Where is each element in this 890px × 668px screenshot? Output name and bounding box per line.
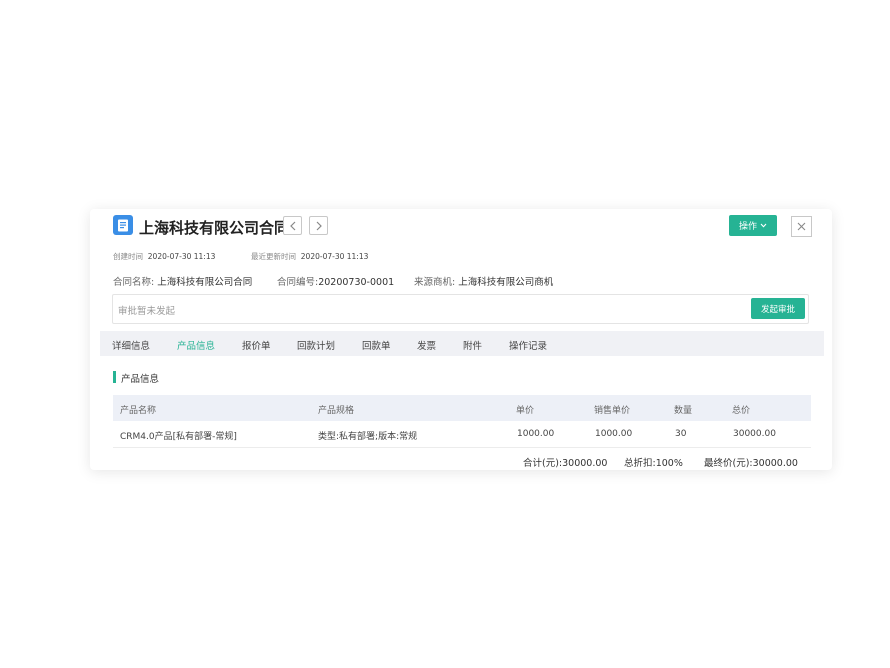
table-header: 产品名称 产品规格 单价 销售单价 数量 总价 xyxy=(113,395,811,421)
chevron-down-icon xyxy=(760,223,767,228)
product-name-cell: CRM4.0产品[私有部署-常规] xyxy=(120,432,237,442)
tab-product-info[interactable]: 产品信息 xyxy=(177,338,215,352)
previous-button[interactable] xyxy=(283,216,302,235)
column-header: 单价 xyxy=(516,406,535,416)
quantity-cell: 30 xyxy=(675,429,687,439)
table-row: CRM4.0产品[私有部署-常规] 类型:私有部署;版本:常规 1000.00 … xyxy=(113,421,811,448)
column-header: 产品规格 xyxy=(318,406,355,416)
column-header: 销售单价 xyxy=(594,406,631,416)
product-spec-cell: 类型:私有部署;版本:常规 xyxy=(318,432,418,442)
section-accent-bar xyxy=(113,371,116,383)
unit-price-cell: 1000.00 xyxy=(517,429,555,439)
document-icon xyxy=(113,215,133,235)
next-button[interactable] xyxy=(309,216,328,235)
close-button[interactable] xyxy=(791,216,812,237)
tab-operation-log[interactable]: 操作记录 xyxy=(509,338,547,352)
column-header: 数量 xyxy=(674,406,693,416)
summary-discount: 总折扣:100% xyxy=(624,458,683,469)
created-time: 创建时间 2020-07-30 11:13 xyxy=(113,252,216,261)
contract-detail-panel: 上海科技有限公司合同 操作 创建时间 2020-07-30 11:13 最近更新… xyxy=(90,209,832,470)
summary-final-price: 最终价(元):30000.00 xyxy=(704,458,798,469)
tab-quotation[interactable]: 报价单 xyxy=(242,338,271,352)
tab-bar: 详细信息 产品信息 报价单 回款计划 回款单 发票 附件 操作记录 xyxy=(100,331,824,356)
tab-payment-receipt[interactable]: 回款单 xyxy=(362,338,391,352)
summary-total: 合计(元):30000.00 xyxy=(523,458,608,469)
page-title: 上海科技有限公司合同 xyxy=(139,219,290,237)
column-header: 产品名称 xyxy=(120,406,157,416)
contract-number: 合同编号:20200730-0001 xyxy=(277,277,395,288)
tab-invoice[interactable]: 发票 xyxy=(417,338,436,352)
tab-payment-plan[interactable]: 回款计划 xyxy=(297,338,335,352)
chevron-left-icon xyxy=(289,221,295,230)
sale-price-cell: 1000.00 xyxy=(595,429,633,439)
contract-name: 合同名称: 上海科技有限公司合同 xyxy=(113,277,253,288)
tab-attachments[interactable]: 附件 xyxy=(463,338,482,352)
approval-status-bar: 审批暂未发起 发起审批 xyxy=(112,294,809,324)
tab-details[interactable]: 详细信息 xyxy=(112,338,150,352)
section-title: 产品信息 xyxy=(121,374,160,385)
chevron-right-icon xyxy=(316,221,322,230)
source-opportunity: 来源商机: 上海科技有限公司商机 xyxy=(414,277,554,288)
action-dropdown-button[interactable]: 操作 xyxy=(729,215,777,236)
action-label: 操作 xyxy=(738,222,757,232)
updated-time: 最近更新时间 2020-07-30 11:13 xyxy=(251,252,369,261)
total-price-cell: 30000.00 xyxy=(733,429,776,439)
approval-status-text: 审批暂未发起 xyxy=(118,306,176,317)
column-header: 总价 xyxy=(732,406,751,416)
close-icon xyxy=(797,222,806,231)
start-approval-button[interactable]: 发起审批 xyxy=(751,298,805,319)
